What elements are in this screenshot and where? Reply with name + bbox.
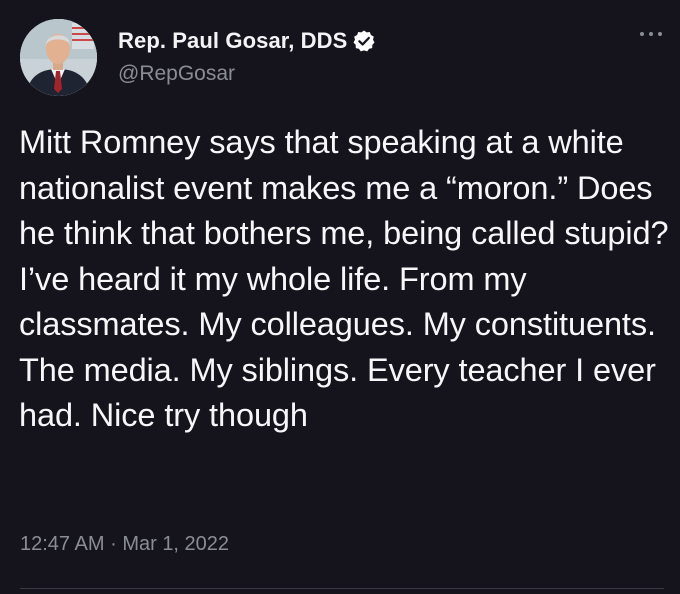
author-avatar[interactable] <box>20 19 97 96</box>
verified-badge-icon <box>352 29 376 53</box>
tweet-date[interactable]: Mar 1, 2022 <box>122 533 229 555</box>
author-handle[interactable]: @RepGosar <box>118 62 376 86</box>
tweet-text: Mitt Romney says that speaking at a whit… <box>19 124 669 433</box>
tweet-time[interactable]: 12:47 AM <box>20 533 105 555</box>
author-name-row: Rep. Paul Gosar, DDS <box>118 26 376 56</box>
more-options-icon[interactable] <box>638 26 664 42</box>
tweet-timestamp: 12:47 AM · Mar 1, 2022 <box>20 533 229 556</box>
user-avatar-icon <box>20 19 97 96</box>
tweet-card: Rep. Paul Gosar, DDS @RepGosar Mitt Romn… <box>0 0 680 594</box>
tweet-divider <box>20 588 664 589</box>
author-display-name[interactable]: Rep. Paul Gosar, DDS <box>118 28 347 54</box>
timestamp-separator: · <box>110 533 117 555</box>
tweet-header: Rep. Paul Gosar, DDS @RepGosar <box>118 26 376 86</box>
